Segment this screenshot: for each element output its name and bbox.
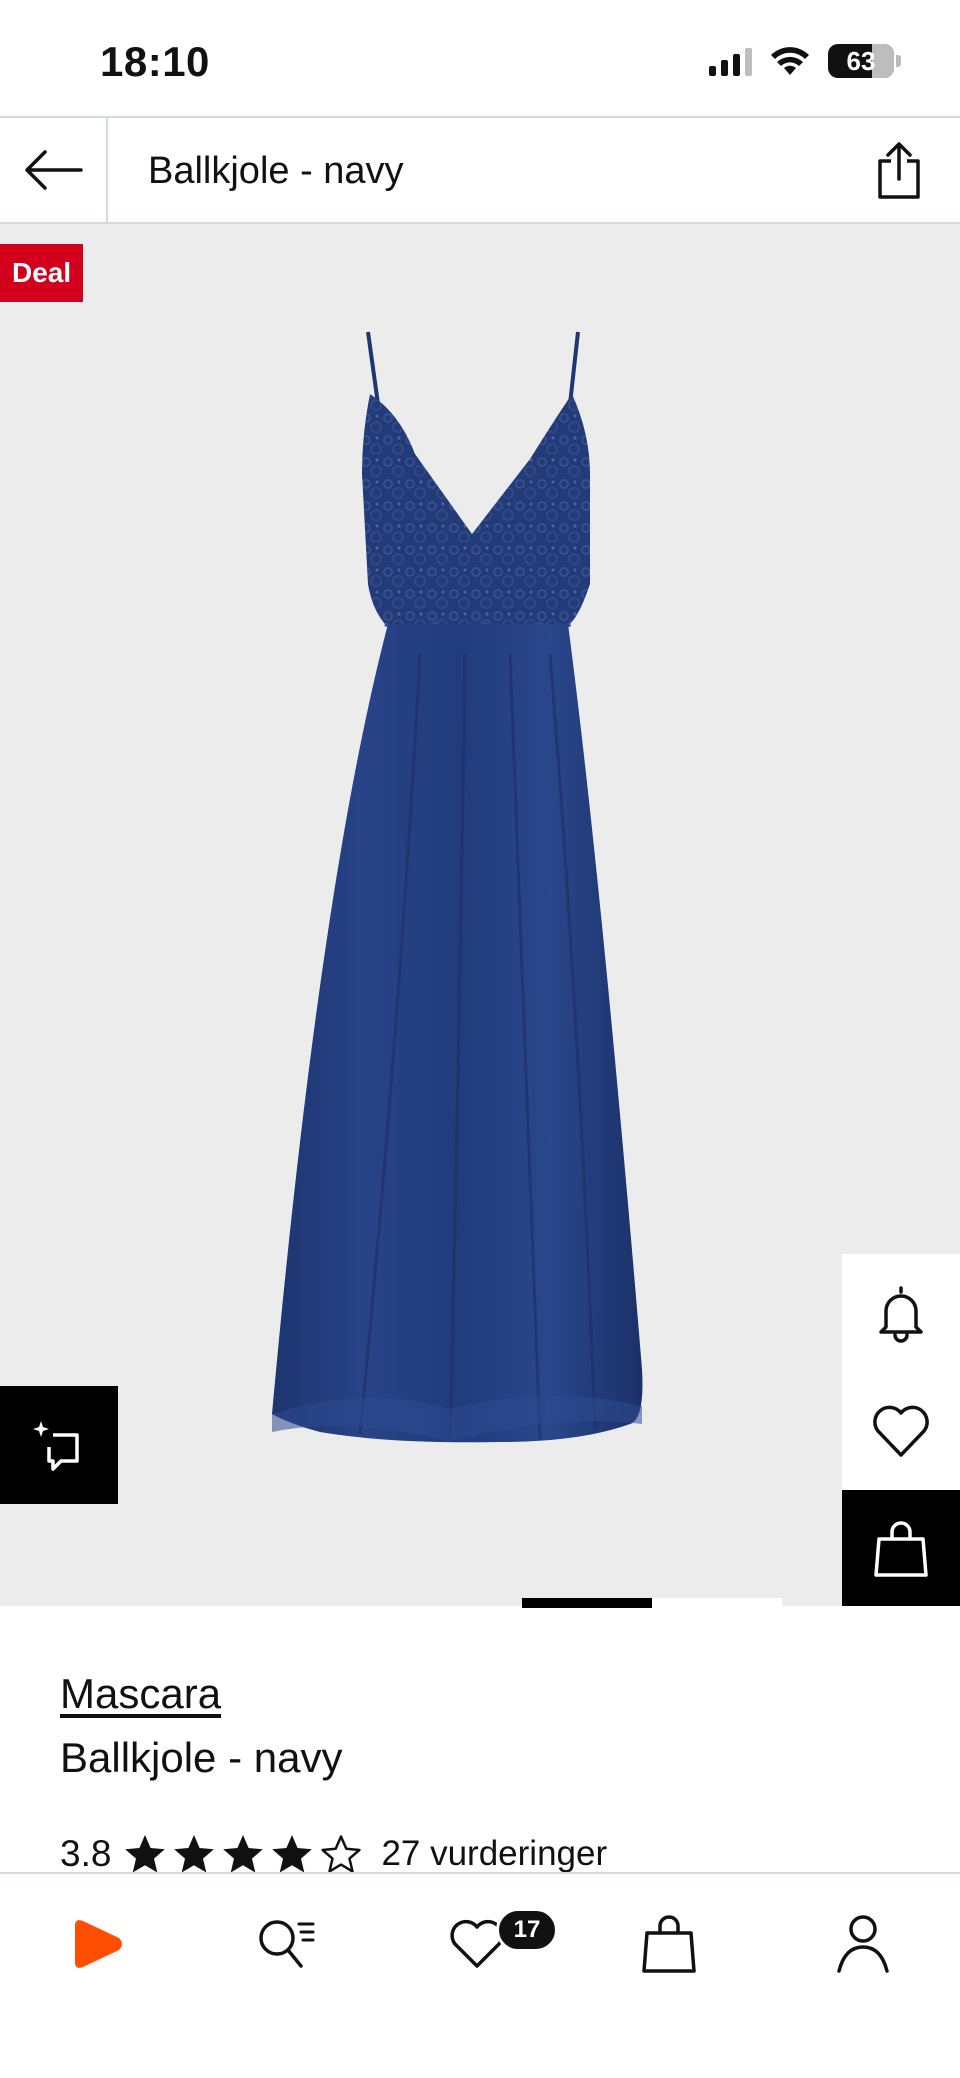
wishlist-count-badge: 17 [496,1908,558,1952]
carousel-indicator [0,1598,960,1608]
star-empty-icon [321,1835,362,1873]
brand-link[interactable]: Mascara [60,1670,221,1718]
bag-icon [642,1915,696,1973]
page-title: Ballkjole - navy [148,150,404,192]
share-button[interactable] [864,136,934,206]
share-icon [878,142,920,199]
profile-icon [837,1915,889,1973]
rating-row[interactable]: 3.8 27 vurderinger [60,1830,607,1878]
rating-value: 3.8 [60,1833,112,1874]
rating-stars [123,1833,363,1875]
rating-count: 27 vurderinger [381,1834,608,1873]
battery-level: 63 [846,45,876,76]
notify-button[interactable] [842,1254,960,1372]
arrow-left-icon [25,150,83,190]
tab-search[interactable] [242,1904,332,1984]
star-filled-icon [125,1835,166,1873]
product-image-gallery[interactable]: Deal [0,224,960,1606]
compare-button[interactable] [0,1386,118,1504]
product-title: Ballkjole - navy [60,1734,343,1781]
nav-header: Ballkjole - navy [0,116,960,224]
home-logo-icon [75,1920,122,1968]
tab-home[interactable] [52,1904,142,1984]
bottom-tab-bar: 17 [0,1872,960,2078]
battery-icon: 63 [828,44,901,78]
status-time: 18:10 [100,38,210,85]
tab-profile[interactable] [818,1904,908,1984]
status-bar: 18:10 63 [0,0,960,116]
wifi-icon [771,47,809,75]
action-panel [842,1254,960,1606]
star-filled-icon [174,1835,215,1873]
back-button[interactable] [0,118,108,222]
compare-icon [33,1421,79,1471]
signal-icon [709,46,752,76]
star-filled-icon [272,1835,313,1873]
bell-icon [879,1286,923,1343]
deal-badge: Deal [0,244,84,302]
wishlist-button[interactable] [842,1372,960,1490]
carousel-dot [652,1598,782,1608]
star-filled-icon [223,1835,264,1873]
navy-maxi-dress-icon [272,331,643,1443]
search-icon [259,1920,315,1968]
heart-icon [873,1405,929,1457]
status-icons: 63 [709,44,901,78]
shopping-bag-icon [874,1521,928,1577]
add-to-bag-button[interactable] [842,1490,960,1606]
tab-bag[interactable] [624,1904,714,1984]
carousel-active-dot [522,1598,652,1608]
